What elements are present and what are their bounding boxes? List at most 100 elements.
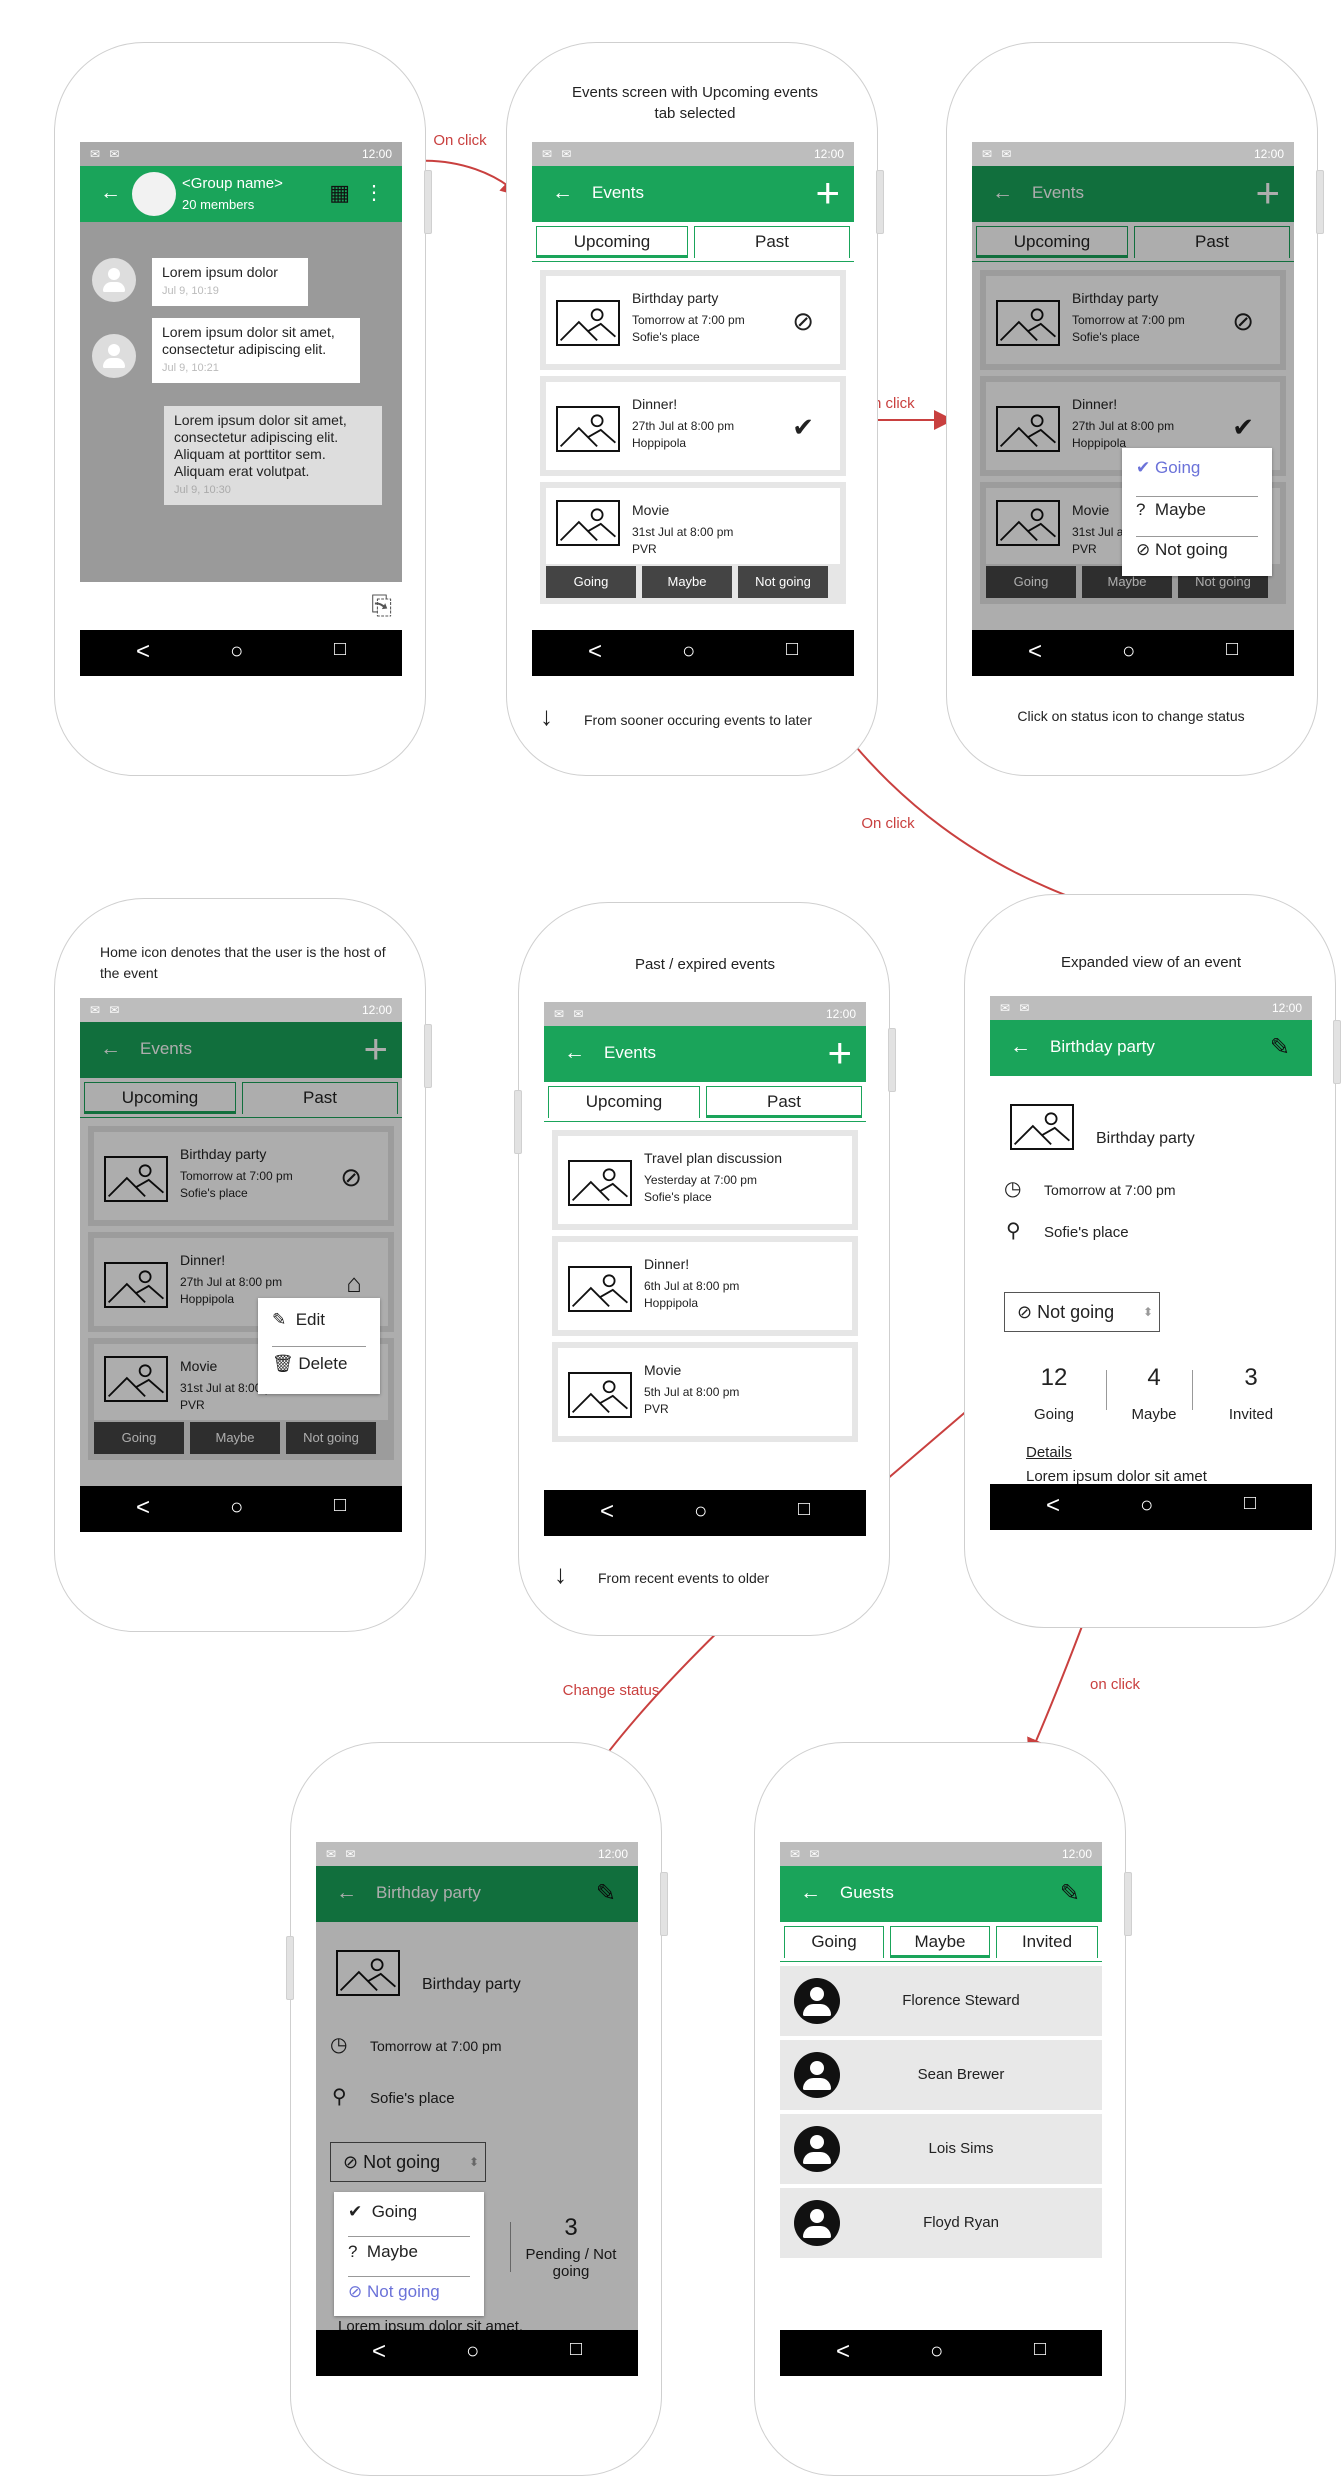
nav-recents-icon[interactable]: □ (1226, 638, 1238, 661)
past-event-card[interactable]: Movie 5th Jul at 8:00 pm PVR (552, 1342, 858, 1442)
nav-back-icon[interactable]: < (600, 1498, 614, 1526)
nav-back-icon[interactable]: < (136, 638, 150, 666)
tab-past[interactable]: Past (694, 226, 850, 258)
tab-upcoming[interactable]: Upcoming (548, 1086, 700, 1118)
status-option-not-going[interactable]: ⊘ Not going (1136, 540, 1228, 560)
guest-tab-bar: Going Maybe Invited (780, 1922, 1102, 1962)
status-bar: ✉ ✉ 12:00 (80, 142, 402, 166)
nav-home-icon[interactable]: ○ (1140, 1492, 1153, 1518)
delete-option[interactable]: 🗑 Delete (272, 1354, 347, 1374)
chat-message[interactable]: Lorem ipsum dolor sit amet, consectetur … (152, 318, 360, 383)
nav-back-icon[interactable]: < (1046, 1492, 1060, 1520)
nav-home-icon[interactable]: ○ (682, 638, 695, 664)
group-avatar[interactable] (132, 172, 176, 216)
nav-recents-icon[interactable]: □ (786, 638, 798, 661)
message-input[interactable]: ⎘ (80, 582, 402, 630)
past-event-card[interactable]: Travel plan discussion Yesterday at 7:00 … (552, 1130, 858, 1230)
event-card[interactable]: Dinner! 27th Jul at 8:00 pm Hoppipola ✔ (540, 376, 846, 476)
nav-back-icon[interactable]: < (372, 2338, 386, 2366)
back-arrow-icon[interactable]: ← (552, 181, 573, 205)
add-event-icon[interactable]: + (815, 172, 840, 214)
event-card[interactable]: Movie 31st Jul at 8:00 pm PVR GoingMaybeNo… (540, 482, 846, 604)
nav-home-icon[interactable]: ○ (230, 638, 243, 664)
nav-recents-icon[interactable]: □ (570, 2338, 582, 2361)
going-status-icon[interactable]: ✔ (792, 412, 814, 443)
calendar-icon[interactable]: ▦ (329, 180, 350, 206)
nav-back-icon[interactable]: < (836, 2338, 850, 2366)
notification-icons: ✉ ✉ (90, 1003, 123, 1017)
nav-home-icon[interactable]: ○ (694, 1498, 707, 1524)
nav-back-icon[interactable]: < (588, 638, 602, 666)
guest-row[interactable]: Sean Brewer (780, 2040, 1102, 2112)
maybe-button[interactable]: Maybe (642, 566, 732, 598)
back-arrow-icon[interactable]: ← (1010, 1035, 1031, 1059)
nav-bar: < ○ □ (532, 630, 854, 676)
chat-message[interactable]: Lorem ipsum dolor Jul 9, 10:19 (152, 258, 308, 306)
dim-overlay[interactable] (80, 1022, 402, 1486)
notification-icons: ✉ ✉ (1000, 1001, 1033, 1015)
not-going-button[interactable]: Not going (738, 566, 828, 598)
details-link[interactable]: Details (1026, 1444, 1072, 1461)
guest-row[interactable]: Floyd Ryan (780, 2188, 1102, 2260)
edit-option[interactable]: ✎ Edit (272, 1310, 325, 1330)
guest-row[interactable]: Lois Sims (780, 2114, 1102, 2186)
nav-back-icon[interactable]: < (1028, 638, 1042, 666)
chat-message-own[interactable]: Lorem ipsum dolor sit amet, consectetur … (164, 406, 382, 505)
maybe-stat[interactable]: 4 Maybe (1114, 1364, 1194, 1423)
nav-recents-icon[interactable]: □ (334, 1494, 346, 1517)
image-placeholder-icon (556, 500, 620, 546)
status-option-going[interactable]: ✔ Going (348, 2202, 417, 2222)
invited-stat[interactable]: 3 Invited (1206, 1364, 1296, 1423)
past-event-card[interactable]: Dinner! 6th Jul at 8:00 pm Hoppipola (552, 1236, 858, 1336)
tab-past[interactable]: Past (706, 1086, 862, 1118)
edit-pencil-icon[interactable]: ✎ (1060, 1879, 1080, 1908)
nav-home-icon[interactable]: ○ (230, 1494, 243, 1520)
back-arrow-icon[interactable]: ← (564, 1041, 585, 1065)
status-dropdown[interactable]: ⊘ Not going ⬍ (1004, 1292, 1160, 1332)
nav-home-icon[interactable]: ○ (466, 2338, 479, 2364)
notification-icons: ✉ ✉ (542, 147, 575, 161)
status-option-going[interactable]: ✔ Going (1136, 458, 1200, 478)
nav-recents-icon[interactable]: □ (1034, 2338, 1046, 2361)
nav-recents-icon[interactable]: □ (798, 1498, 810, 1521)
message-text: Lorem ipsum dolor sit amet, consectetur … (162, 324, 335, 357)
nav-back-icon[interactable]: < (136, 1494, 150, 1522)
host-menu: ✎ Edit 🗑 Delete (258, 1298, 380, 1394)
attachment-icon[interactable]: ⎘ (371, 590, 392, 622)
tab-going[interactable]: Going (784, 1926, 884, 1958)
message-time: Jul 9, 10:19 (162, 285, 219, 297)
recent-older-note: From recent events to older (598, 1570, 770, 1586)
going-stat[interactable]: 12 Going (1014, 1364, 1094, 1423)
option-label: Maybe (366, 2242, 418, 2261)
tab-invited[interactable]: Invited (996, 1926, 1098, 1958)
event-time: 6th Jul at 8:00 pm (644, 1279, 740, 1293)
edit-pencil-icon[interactable]: ✎ (1270, 1033, 1290, 1062)
status-option-maybe[interactable]: ? Maybe (348, 2242, 418, 2262)
tab-upcoming[interactable]: Upcoming (536, 226, 688, 258)
event-card[interactable]: Birthday party Tomorrow at 7:00 pm Sofie's… (540, 270, 846, 370)
event-title: Travel plan discussion (644, 1150, 782, 1166)
nav-home-icon[interactable]: ○ (1122, 638, 1135, 664)
chat-app-bar: ← <Group name> 20 members ▦ ⋮ (80, 166, 402, 222)
status-option-not-going[interactable]: ⊘ Not going (348, 2282, 440, 2302)
add-event-icon[interactable]: + (827, 1032, 852, 1074)
event-image-icon (1010, 1104, 1074, 1150)
event-time: 5th Jul at 8:00 pm (644, 1385, 740, 1399)
nav-home-icon[interactable]: ○ (930, 2338, 943, 2364)
wireframe-board: On click On click On click Change status… (0, 0, 1341, 2480)
nav-recents-icon[interactable]: □ (1244, 1492, 1256, 1515)
guest-row[interactable]: Florence Steward (780, 1966, 1102, 2038)
going-button[interactable]: Going (546, 566, 636, 598)
not-going-status-icon[interactable]: ⊘ (792, 306, 814, 337)
expanded-event-screen: ✉ ✉ 12:00 ← Birthday party ✎ Birthday party… (990, 996, 1312, 1530)
events-screen: ✉ ✉ 12:00 ← Events + Upcoming Past Birthday … (532, 142, 854, 676)
events-app-bar: ← Events + (544, 1026, 866, 1082)
group-members: 20 members (182, 197, 255, 212)
nav-recents-icon[interactable]: □ (334, 638, 346, 661)
more-menu-icon[interactable]: ⋮ (364, 180, 384, 205)
back-arrow-icon[interactable]: ← (100, 181, 121, 205)
status-option-maybe[interactable]: ? Maybe (1136, 500, 1206, 520)
back-arrow-icon[interactable]: ← (800, 1881, 821, 1905)
event-title: Dinner! (644, 1256, 690, 1272)
tab-maybe[interactable]: Maybe (890, 1926, 990, 1958)
